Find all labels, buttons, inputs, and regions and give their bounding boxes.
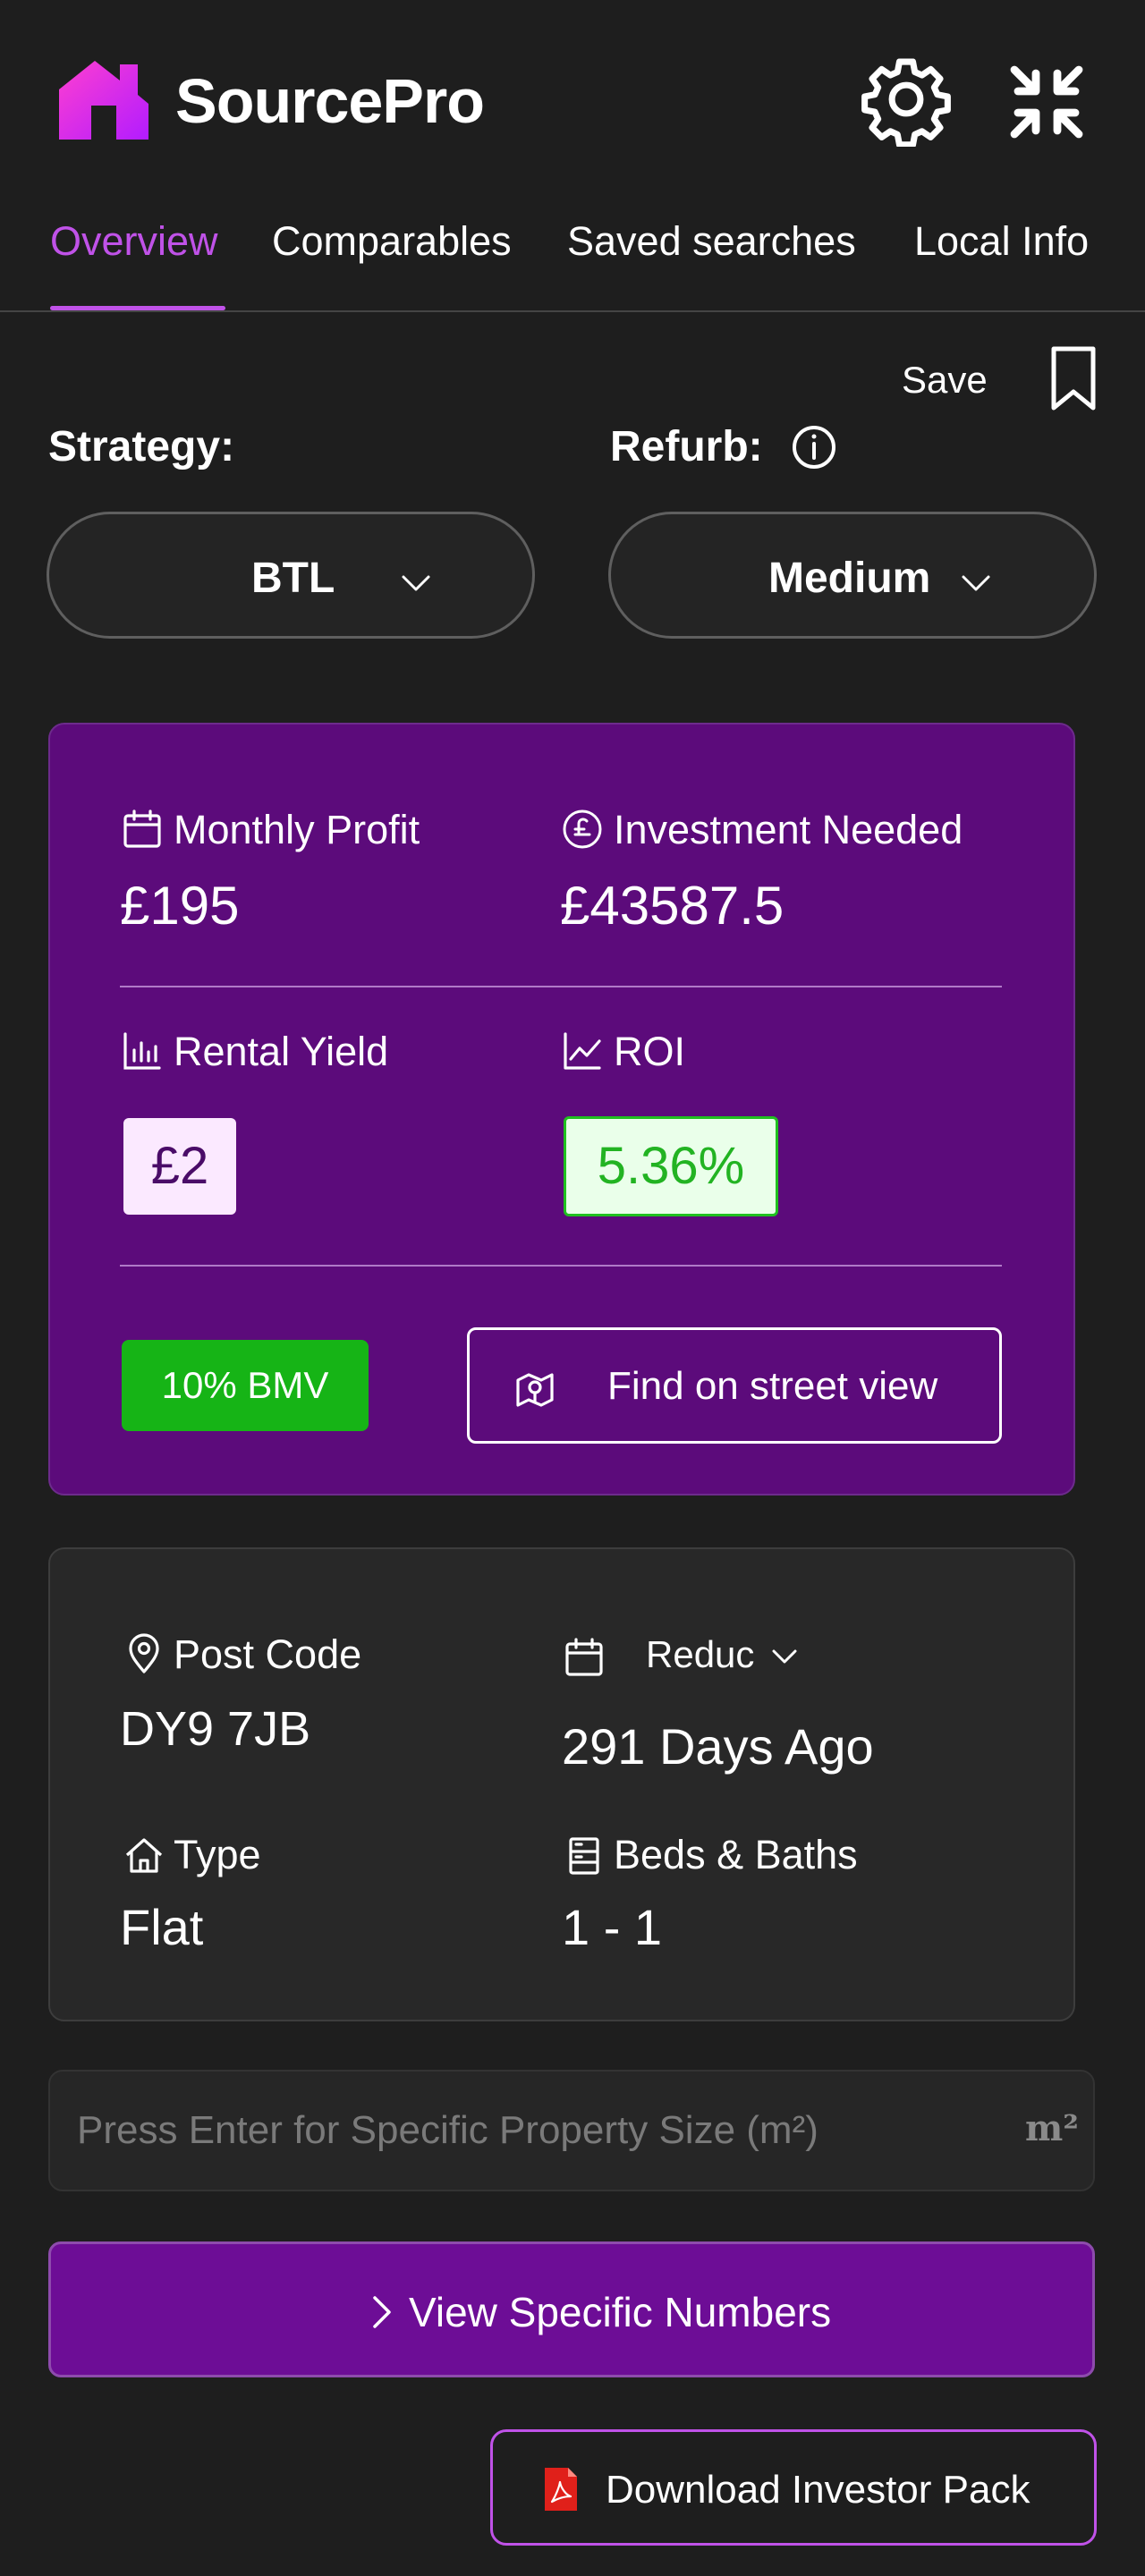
post-code-value: DY9 7JB: [120, 1702, 311, 1756]
tab-local-info[interactable]: Local Info: [914, 215, 1089, 268]
street-view-button[interactable]: Find on street view: [467, 1327, 1002, 1444]
type-value: Flat: [120, 1899, 204, 1955]
chevron-down-icon[interactable]: [771, 1646, 798, 1667]
bmv-badge: 10% BMV: [122, 1340, 369, 1431]
refurb-label: Refurb:: [610, 423, 763, 470]
monthly-profit-label: Monthly Profit: [174, 807, 420, 852]
location-pin-icon: [123, 1633, 165, 1674]
beds-baths-label: Beds & Baths: [614, 1832, 858, 1877]
metrics-divider: [120, 986, 1002, 987]
tabs-divider: [0, 310, 1145, 312]
save-label[interactable]: Save: [902, 358, 988, 402]
info-icon[interactable]: [791, 424, 837, 470]
refurb-select[interactable]: Medium: [608, 512, 1097, 639]
beds-baths-value: 1 - 1: [562, 1899, 663, 1955]
bed-bath-icon: [564, 1835, 605, 1877]
investment-needed-value: £43587.5: [560, 876, 785, 936]
home-icon: [123, 1835, 165, 1877]
monthly-profit-value: £195: [120, 876, 240, 936]
view-specific-numbers-button[interactable]: View Specific Numbers: [48, 2241, 1095, 2377]
tab-overview[interactable]: Overview: [50, 215, 218, 268]
rental-yield-label: Rental Yield: [174, 1029, 389, 1074]
calendar-icon: [564, 1637, 605, 1678]
tab-comparables[interactable]: Comparables: [272, 215, 512, 268]
line-chart-icon: [562, 1030, 603, 1072]
type-label: Type: [174, 1832, 261, 1877]
pdf-icon: [541, 2466, 581, 2512]
chevron-down-icon: [400, 570, 432, 595]
post-code-label: Post Code: [174, 1631, 362, 1677]
bar-chart-icon: [122, 1030, 163, 1072]
view-specific-numbers-label: View Specific Numbers: [409, 2289, 832, 2335]
street-view-label: Find on street view: [607, 1364, 938, 1408]
house-logo-icon: [54, 55, 154, 143]
rental-yield-value: £2: [123, 1118, 236, 1215]
calendar-icon: [122, 809, 163, 850]
shrink-arrows-icon[interactable]: [1004, 59, 1090, 145]
size-unit: m²: [1025, 2107, 1079, 2149]
property-size-field: m²: [48, 2070, 1095, 2191]
street-view-icon: [513, 1366, 557, 1411]
chevron-down-icon: [960, 570, 992, 595]
investment-needed-label: Investment Needed: [614, 807, 963, 852]
roi-value: 5.36%: [564, 1116, 778, 1216]
pound-coin-icon: [562, 809, 603, 850]
reduced-value: 291 Days Ago: [562, 1718, 874, 1775]
download-investor-pack-button[interactable]: Download Investor Pack: [490, 2429, 1097, 2546]
chevron-right-icon: [369, 2292, 396, 2332]
bookmark-icon[interactable]: [1047, 345, 1100, 413]
brand-name: SourcePro: [175, 66, 485, 136]
strategy-label: Strategy:: [48, 423, 235, 470]
metrics-divider: [120, 1265, 1002, 1267]
gear-icon[interactable]: [859, 52, 954, 147]
tab-saved-searches[interactable]: Saved searches: [567, 215, 856, 268]
property-size-input[interactable]: [77, 2072, 1007, 2190]
reduced-label: Reduc: [646, 1633, 755, 1675]
roi-label: ROI: [614, 1029, 686, 1074]
tab-bar: Overview Comparables Saved searches Loca…: [0, 215, 1145, 313]
strategy-value: BTL: [251, 555, 335, 602]
refurb-value: Medium: [768, 555, 931, 602]
download-investor-pack-label: Download Investor Pack: [606, 2468, 1030, 2512]
strategy-select[interactable]: BTL: [47, 512, 535, 639]
